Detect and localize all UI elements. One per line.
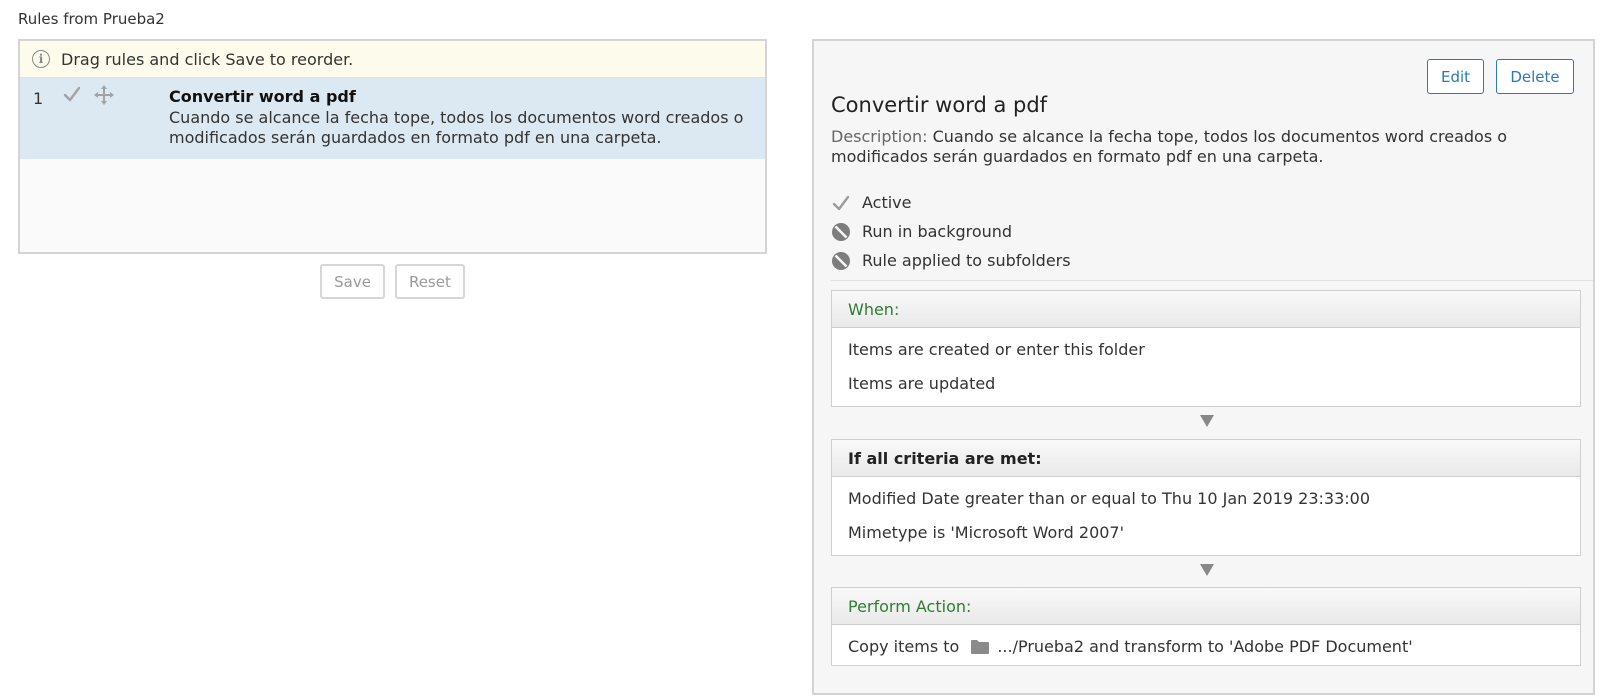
action-prefix: Copy items to	[848, 636, 960, 656]
save-button[interactable]: Save	[320, 264, 385, 299]
info-text: Drag rules and click Save to reorder.	[61, 49, 354, 69]
criteria-section: If all criteria are met: Modified Date g…	[831, 439, 1581, 556]
delete-button[interactable]: Delete	[1496, 59, 1574, 94]
arrow-down-icon	[1200, 415, 1214, 427]
rule-description: Cuando se alcance la fecha tope, todos l…	[169, 108, 744, 147]
rule-row[interactable]: 1 Convertir word a pdf Cuando se alcance…	[20, 78, 765, 159]
when-item: Items are created or enter this folder	[848, 339, 1145, 359]
disabled-icon	[832, 251, 850, 270]
page-title: Rules from Prueba2	[18, 10, 165, 28]
rule-flags: Active Run in background Rule applied to…	[831, 188, 1071, 275]
arrow-down-icon	[1200, 564, 1214, 576]
flag-applied-to-subfolders: Rule applied to subfolders	[831, 246, 1071, 275]
divider	[831, 280, 1593, 281]
info-icon: i	[32, 50, 50, 68]
action-header: Perform Action:	[832, 588, 1580, 625]
when-section: When: Items are created or enter this fo…	[831, 290, 1581, 407]
criteria-item: Modified Date greater than or equal to T…	[848, 488, 1371, 508]
folder-icon	[971, 639, 990, 654]
action-section: Perform Action: Copy items to .../Prueba…	[831, 587, 1581, 666]
rule-title: Convertir word a pdf	[831, 93, 1048, 117]
description-label: Description:	[831, 127, 928, 146]
check-icon	[63, 86, 81, 102]
rule-name: Convertir word a pdf	[169, 87, 356, 106]
rule-index: 1	[33, 89, 44, 108]
description-text: Cuando se alcance la fecha tope, todos l…	[831, 127, 1508, 166]
action-target-link[interactable]: .../Prueba2 and transform to 'Adobe PDF …	[997, 637, 1412, 656]
when-header: When:	[832, 291, 1580, 328]
info-bar: i Drag rules and click Save to reorder.	[20, 41, 765, 78]
reset-button[interactable]: Reset	[394, 264, 465, 299]
reorder-buttons: Save Reset	[0, 264, 785, 299]
criteria-item: Mimetype is 'Microsoft Word 2007'	[848, 522, 1124, 542]
flag-label: Active	[862, 193, 912, 212]
when-item: Items are updated	[848, 373, 996, 393]
flag-run-in-background: Run in background	[831, 217, 1071, 246]
check-icon	[832, 195, 850, 210]
rule-details-panel: Edit Delete Convertir word a pdf Descrip…	[812, 39, 1595, 695]
disabled-icon	[832, 222, 850, 241]
action-item: Copy items to .../Prueba2 and transform …	[848, 629, 1564, 663]
flag-active: Active	[831, 188, 1071, 217]
move-icon[interactable]	[93, 84, 115, 106]
flag-label: Rule applied to subfolders	[862, 251, 1071, 270]
criteria-header: If all criteria are met:	[832, 440, 1580, 477]
flag-label: Run in background	[862, 222, 1013, 241]
rules-list: i Drag rules and click Save to reorder. …	[18, 39, 767, 254]
rule-description-block: Description: Cuando se alcance la fecha …	[831, 127, 1551, 167]
edit-button[interactable]: Edit	[1427, 59, 1484, 94]
